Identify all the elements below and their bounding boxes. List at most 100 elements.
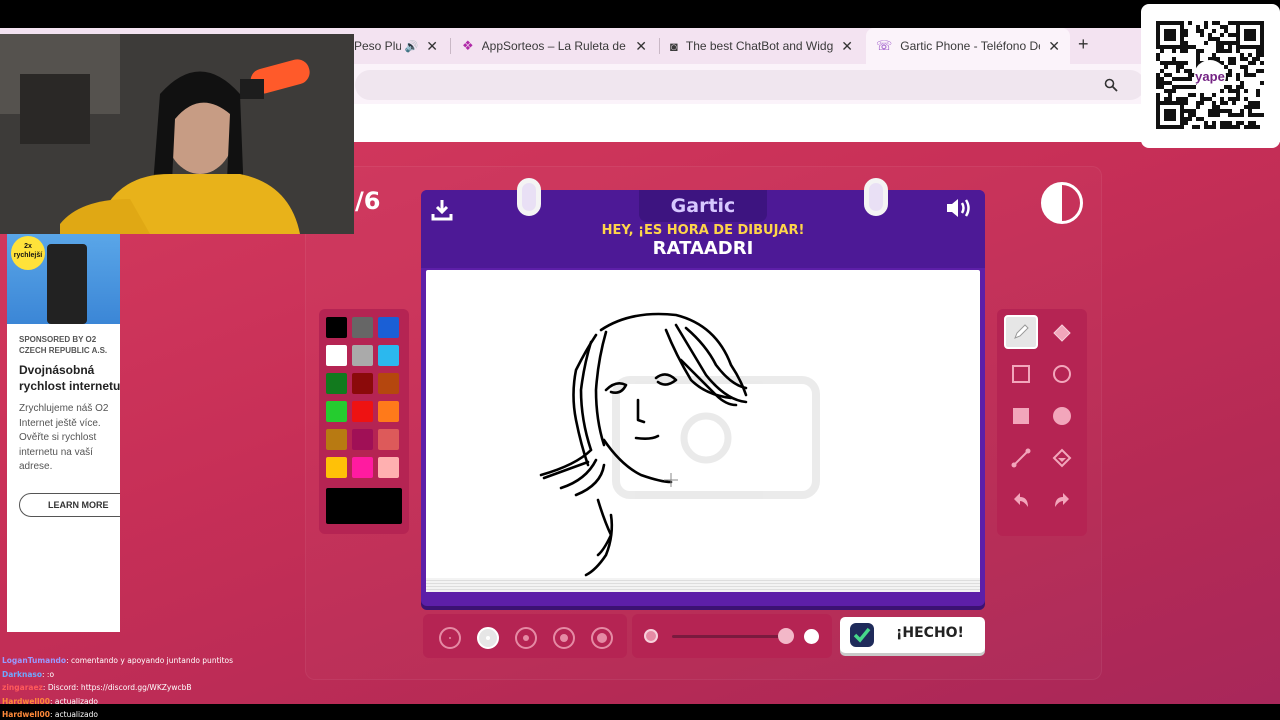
brush-size-option[interactable] [591, 627, 613, 649]
qr-module [1168, 61, 1172, 65]
tab-close-icon[interactable]: ✕ [1048, 38, 1060, 55]
line-tool-icon[interactable] [1004, 441, 1038, 475]
qr-module [1220, 25, 1224, 29]
color-swatch[interactable] [378, 457, 399, 478]
drawing-board: Gartic HEY, ¡ES HORA DE DIBUJAR! RATAADR… [421, 178, 985, 606]
qr-module [1200, 117, 1204, 121]
done-button[interactable]: ¡HECHO! [840, 617, 985, 653]
download-icon[interactable] [431, 198, 453, 222]
qr-module [1184, 61, 1188, 65]
zoom-icon[interactable] [1104, 78, 1118, 92]
fill-bucket-tool-icon[interactable] [1045, 441, 1079, 475]
qr-module [1240, 65, 1244, 69]
qr-module [1212, 53, 1216, 57]
qr-module [1192, 85, 1196, 89]
color-swatch[interactable] [378, 429, 399, 450]
filled-rectangle-tool-icon[interactable] [1004, 399, 1038, 433]
rectangle-tool-icon[interactable] [1004, 357, 1038, 391]
round-counter: /6 [355, 187, 381, 215]
color-swatch[interactable] [352, 373, 373, 394]
undo-icon[interactable] [1004, 483, 1038, 517]
qr-module [1216, 37, 1220, 41]
volume-icon[interactable] [945, 196, 973, 220]
color-swatch[interactable] [378, 401, 399, 422]
opacity-slider-knob[interactable] [778, 628, 794, 644]
url-field[interactable] [355, 70, 1145, 100]
filled-ellipse-tool-icon[interactable] [1045, 399, 1079, 433]
color-swatch[interactable] [352, 401, 373, 422]
ellipse-tool-icon[interactable] [1045, 357, 1079, 391]
prompt-text: HEY, ¡ES HORA DE DIBUJAR! [601, 223, 805, 238]
new-tab-button[interactable]: + [1078, 34, 1089, 55]
brush-size-option[interactable] [477, 627, 499, 649]
contrast-toggle-icon[interactable] [1041, 182, 1083, 224]
qr-module [1252, 105, 1256, 109]
color-swatch[interactable] [326, 429, 347, 450]
ad-sponsor: SPONSORED BY O2 CZECH REPUBLIC A.S. [19, 335, 108, 355]
qr-module [1228, 125, 1232, 129]
redo-icon[interactable] [1045, 483, 1079, 517]
learn-more-button[interactable]: LEARN MORE [19, 493, 120, 517]
qr-module [1192, 45, 1196, 49]
qr-module [1204, 41, 1208, 45]
color-swatch[interactable] [326, 401, 347, 422]
chat-username: LoganTumando [2, 656, 67, 665]
color-swatch[interactable] [352, 457, 373, 478]
qr-module [1200, 97, 1204, 101]
qr-module [1252, 125, 1256, 129]
tab-gartic[interactable]: ☏ Gartic Phone - Teléfono Des ✕ [866, 28, 1070, 64]
color-swatch[interactable] [378, 317, 399, 338]
qr-module [1208, 125, 1212, 129]
qr-module [1180, 61, 1184, 65]
opacity-low-icon [644, 629, 658, 643]
qr-module [1172, 61, 1176, 65]
qr-module [1260, 81, 1264, 85]
color-swatch[interactable] [378, 373, 399, 394]
color-swatch[interactable] [326, 373, 347, 394]
qr-module [1188, 21, 1192, 25]
qr-module [1212, 121, 1216, 125]
qr-code: yape [1141, 4, 1280, 148]
opacity-slider[interactable] [672, 635, 788, 638]
qr-module [1224, 109, 1228, 113]
qr-module [1228, 69, 1232, 73]
color-swatch[interactable] [326, 345, 347, 366]
qr-module [1184, 77, 1188, 81]
sponsored-ad[interactable]: 2x rychlejší SPONSORED BY O2 CZECH REPUB… [7, 234, 120, 632]
pencil-tool-icon[interactable] [1004, 315, 1038, 349]
qr-module [1172, 57, 1176, 61]
qr-module [1260, 61, 1264, 65]
tab-chatbot[interactable]: ◙ The best ChatBot and Widg ✕ [660, 28, 863, 64]
qr-module [1244, 57, 1248, 61]
brush-size-option[interactable] [439, 627, 461, 649]
qr-module [1156, 77, 1160, 81]
eraser-tool-icon[interactable] [1045, 315, 1079, 349]
tab-peso[interactable]: Peso Plu 🔊 ✕ [344, 28, 448, 64]
color-swatch[interactable] [326, 317, 347, 338]
brush-size-option[interactable] [553, 627, 575, 649]
qr-module [1244, 97, 1248, 101]
drawing-canvas[interactable] [426, 270, 980, 592]
color-swatch[interactable] [378, 345, 399, 366]
qr-module [1228, 85, 1232, 89]
color-swatch[interactable] [352, 345, 373, 366]
qr-module [1200, 29, 1204, 33]
qr-module [1232, 33, 1236, 37]
tab-close-icon[interactable]: ✕ [426, 38, 438, 55]
qr-module [1176, 85, 1180, 89]
qr-finder [1244, 29, 1256, 41]
tab-close-icon[interactable]: ✕ [841, 38, 853, 55]
color-swatch[interactable] [326, 457, 347, 478]
color-swatch[interactable] [352, 429, 373, 450]
tab-appsorteos[interactable]: ❖ AppSorteos – La Ruleta de la ✕ [452, 28, 657, 64]
screen: Peso Plu 🔊 ✕ ❖ AppSorteos – La Ruleta de… [0, 0, 1280, 720]
qr-module [1212, 105, 1216, 109]
qr-module [1200, 33, 1204, 37]
opacity-high-icon [804, 629, 819, 644]
qr-module [1184, 29, 1188, 33]
tab-close-icon[interactable]: ✕ [635, 38, 647, 55]
qr-module [1212, 125, 1216, 129]
color-swatch[interactable] [352, 317, 373, 338]
brush-size-option[interactable] [515, 627, 537, 649]
qr-module [1188, 77, 1192, 81]
